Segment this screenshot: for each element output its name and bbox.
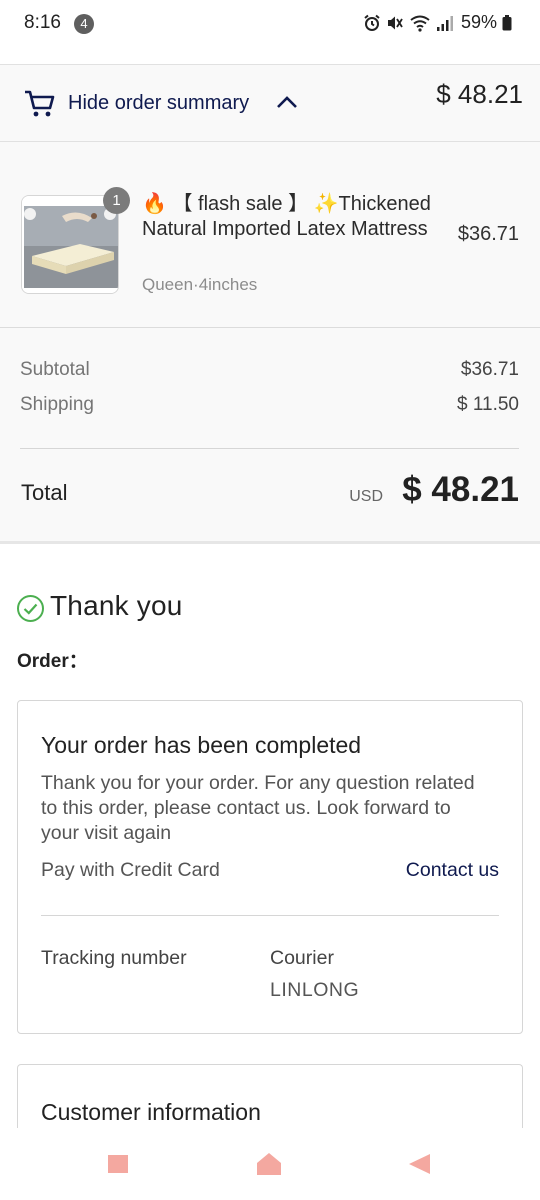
product-variant: Queen·4inches bbox=[142, 275, 258, 294]
recent-apps-icon[interactable] bbox=[107, 1154, 129, 1174]
subtotal-label: Subtotal bbox=[20, 359, 90, 380]
courier-value: LINLONG bbox=[270, 979, 360, 1001]
subtotal-value: $36.71 bbox=[460, 359, 519, 380]
home-icon[interactable] bbox=[256, 1152, 282, 1176]
totals-divider bbox=[20, 448, 519, 449]
signal-icon bbox=[436, 15, 453, 31]
order-totals: Subtotal $36.71 Shipping $ 11.50 Total U… bbox=[0, 328, 540, 544]
navigation-bar bbox=[0, 1128, 540, 1200]
status-time: 8:16 bbox=[24, 12, 61, 33]
total-value: $ 48.21 bbox=[402, 470, 519, 509]
back-icon[interactable] bbox=[408, 1153, 432, 1175]
battery-percentage: 59% bbox=[460, 12, 497, 32]
product-title: 🔥 【 flash sale 】 ✨Thickened Natural Impo… bbox=[142, 192, 442, 242]
summary-total-amount: $ 48.21 bbox=[436, 79, 523, 109]
wifi-icon bbox=[410, 15, 430, 32]
sparkles-emoji: ✨ bbox=[313, 193, 339, 215]
thank-you-heading: Thank you bbox=[50, 590, 183, 621]
product-price: $36.71 bbox=[457, 223, 519, 245]
notification-count-badge: 4 bbox=[74, 14, 94, 34]
customer-information-title: Customer information bbox=[41, 1099, 261, 1125]
product-image bbox=[21, 195, 119, 294]
tracking-number-label: Tracking number bbox=[41, 947, 187, 969]
total-label: Total bbox=[21, 480, 68, 505]
mattress-image bbox=[22, 196, 118, 293]
card-divider bbox=[41, 915, 499, 916]
status-icons: 59% bbox=[363, 12, 512, 33]
shipping-value: $ 11.50 bbox=[457, 394, 519, 415]
shipping-label: Shipping bbox=[20, 394, 94, 415]
alarm-icon bbox=[364, 14, 380, 31]
courier-label: Courier bbox=[270, 947, 334, 969]
payment-method: Pay with Credit Card bbox=[41, 859, 220, 881]
chevron-up-icon bbox=[277, 96, 297, 108]
quantity-badge: 1 bbox=[103, 187, 130, 214]
order-status-card: Your order has been completed Thank you … bbox=[17, 700, 523, 1034]
order-number-label: Order： bbox=[17, 651, 88, 672]
currency-code: USD bbox=[349, 488, 383, 505]
product-line-item: 1 🔥 【 flash sale 】 ✨Thickened Natural Im… bbox=[0, 142, 540, 328]
contact-us-link[interactable]: Contact us bbox=[406, 859, 499, 882]
order-status-message: Thank you for your order. For any questi… bbox=[41, 772, 475, 844]
toggle-label: Hide order summary bbox=[68, 92, 250, 114]
product-title-tag: 【 flash sale 】 bbox=[172, 193, 309, 215]
order-status-title: Your order has been completed bbox=[41, 732, 362, 758]
check-circle-icon bbox=[17, 595, 44, 622]
battery-icon bbox=[502, 14, 512, 30]
mute-icon bbox=[387, 16, 403, 29]
order-summary-toggle[interactable]: Hide order summary $ 48.21 bbox=[0, 64, 540, 142]
fire-emoji: 🔥 bbox=[142, 193, 167, 215]
status-bar: 8:16 4 59% bbox=[0, 0, 540, 50]
cart-icon bbox=[25, 90, 55, 117]
